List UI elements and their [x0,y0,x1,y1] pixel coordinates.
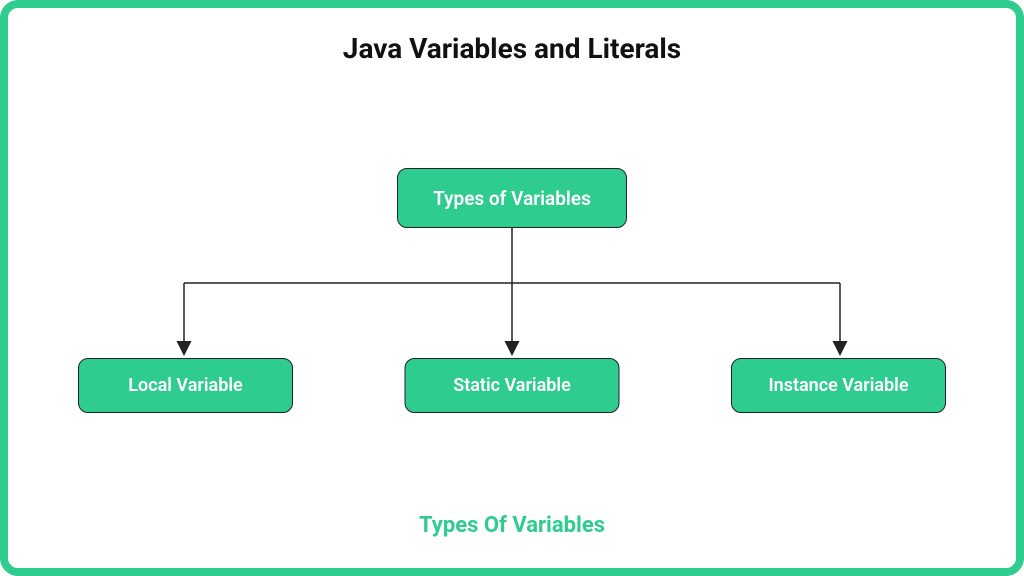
root-node-label: Types of Variables [433,187,591,210]
child-node-label: Instance Variable [768,375,908,396]
diagram-title: Java Variables and Literals [8,32,1016,65]
diagram-frame: Java Variables and Literals Types of Var… [0,0,1024,576]
diagram-caption: Types Of Variables [8,513,1016,538]
connector-lines [8,8,1016,568]
root-node: Types of Variables [397,168,627,228]
child-node-static: Static Variable [405,358,620,413]
child-node-label: Local Variable [128,375,242,396]
child-node-instance: Instance Variable [731,358,946,413]
child-node-label: Static Variable [453,375,571,396]
child-node-local: Local Variable [78,358,293,413]
